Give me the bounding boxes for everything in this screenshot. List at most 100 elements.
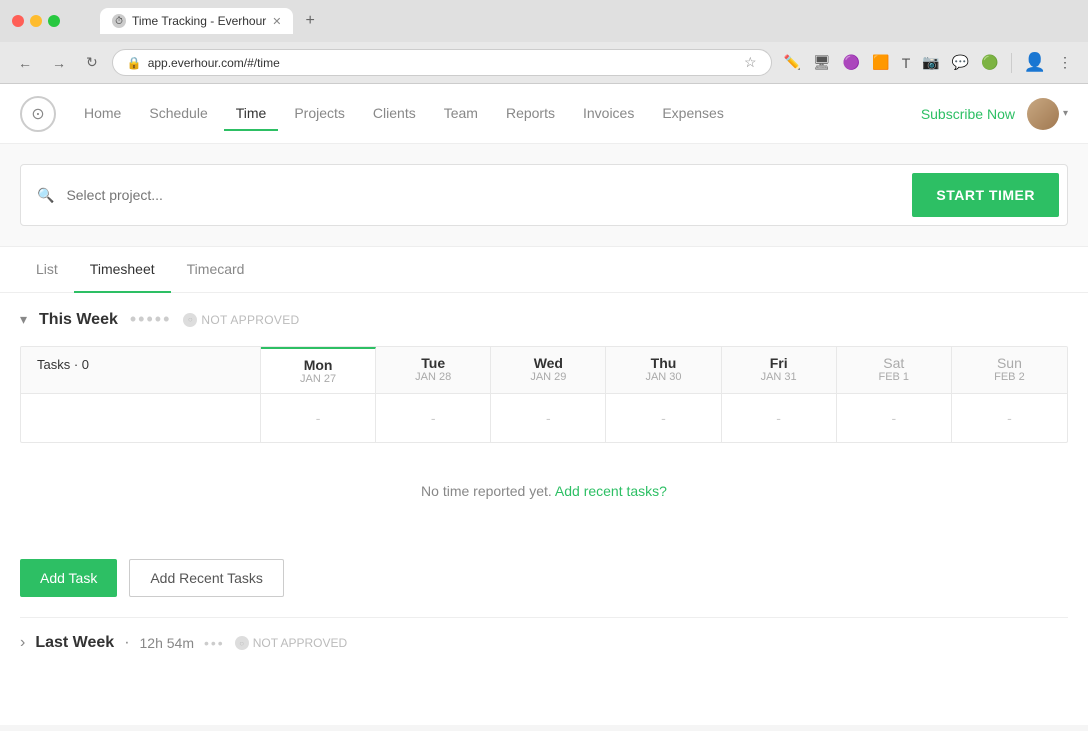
grid-body: - - - - - - - — [21, 393, 1067, 442]
tab-close-button[interactable]: ✕ — [272, 15, 281, 28]
app-logo[interactable]: ⊙ — [20, 96, 56, 132]
back-button[interactable]: ← — [12, 51, 38, 75]
tue-name: Tue — [380, 355, 486, 371]
cast-button[interactable]: 🖥 — [809, 50, 835, 75]
nav-item-reports[interactable]: Reports — [494, 97, 567, 131]
grid-time-tue: - — [376, 394, 491, 442]
nav-item-time[interactable]: Time — [224, 97, 279, 131]
grid-header-tue: Tue JAN 28 — [376, 347, 491, 393]
subscribe-now-link[interactable]: Subscribe Now — [921, 106, 1015, 122]
browser-menu-button[interactable]: ⋮ — [1054, 50, 1076, 75]
address-bar[interactable]: 🔒 app.everhour.com/#/time ☆ — [112, 49, 772, 76]
window-buttons — [12, 15, 60, 27]
logo-icon: ⊙ — [31, 104, 44, 124]
nav-item-home[interactable]: Home — [72, 97, 133, 131]
toolbar-divider — [1011, 53, 1012, 73]
last-week-title: Last Week — [35, 634, 114, 652]
toolbar-ext3[interactable]: T — [898, 51, 915, 75]
add-task-button[interactable]: Add Task — [20, 559, 117, 597]
nav-item-invoices[interactable]: Invoices — [571, 97, 646, 131]
browser-chrome: ⏱ Time Tracking - Everhour ✕ + ← → ↻ 🔒 a… — [0, 0, 1088, 84]
start-timer-button[interactable]: START TIMER — [912, 173, 1059, 217]
empty-state-text: No time reported yet. — [421, 483, 552, 499]
toolbar-ext4[interactable]: 📷 — [918, 50, 943, 75]
nav-item-clients[interactable]: Clients — [361, 97, 428, 131]
user-menu-button[interactable]: 👤 — [1020, 48, 1050, 77]
refresh-button[interactable]: ↻ — [80, 50, 104, 75]
add-recent-tasks-button[interactable]: Add Recent Tasks — [129, 559, 284, 597]
toolbar-ext2[interactable]: 🟧 — [868, 50, 893, 75]
close-window-button[interactable] — [12, 15, 24, 27]
this-week-section: ▾ This Week ••••• ○ NOT APPROVED Tasks ·… — [20, 293, 1068, 617]
last-week-dots[interactable]: ••• — [204, 635, 225, 651]
address-bar-row: ← → ↻ 🔒 app.everhour.com/#/time ☆ ✏️ 🖥 🟣… — [0, 42, 1088, 83]
avatar — [1027, 98, 1059, 130]
thu-name: Thu — [610, 355, 716, 371]
toolbar-ext5[interactable]: 💬 — [948, 50, 973, 75]
extensions-button[interactable]: ✏️ — [780, 50, 805, 75]
toolbar-ext6[interactable]: 🟢 — [977, 50, 1002, 75]
last-week-not-approved-label: NOT APPROVED — [253, 636, 347, 650]
this-week-title: This Week — [39, 311, 118, 329]
nav-item-expenses[interactable]: Expenses — [650, 97, 735, 131]
search-icon: 🔍 — [37, 187, 54, 204]
not-approved-dot-icon: ○ — [183, 313, 197, 327]
grid-header-wed: Wed JAN 29 — [491, 347, 606, 393]
nav-items: Home Schedule Time Projects Clients Team… — [72, 97, 736, 130]
fri-name: Fri — [726, 355, 832, 371]
grid-header-mon: Mon JAN 27 — [261, 347, 376, 393]
forward-button[interactable]: → — [46, 51, 72, 75]
grid-time-sun: - — [952, 394, 1067, 442]
last-week-not-approved-dot-icon: ○ — [235, 636, 249, 650]
mon-name: Mon — [265, 357, 371, 373]
last-week-not-approved-badge: ○ NOT APPROVED — [235, 636, 347, 650]
content-area: ▾ This Week ••••• ○ NOT APPROVED Tasks ·… — [0, 293, 1088, 668]
this-week-header: ▾ This Week ••••• ○ NOT APPROVED — [20, 309, 1068, 330]
nav-item-schedule[interactable]: Schedule — [137, 97, 219, 131]
grid-header: Tasks · 0 Mon JAN 27 Tue JAN 28 Wed JAN … — [21, 347, 1067, 393]
wed-date: JAN 29 — [495, 371, 601, 383]
minimize-window-button[interactable] — [30, 15, 42, 27]
sun-date: FEB 2 — [956, 371, 1063, 383]
lock-icon: 🔒 — [127, 56, 142, 70]
last-week-header: › Last Week · 12h 54m ••• ○ NOT APPROVED — [20, 634, 1068, 652]
last-week-toggle[interactable]: › — [20, 634, 25, 652]
nav-item-projects[interactable]: Projects — [282, 97, 357, 131]
sat-name: Sat — [841, 355, 947, 371]
tab-timecard[interactable]: Timecard — [171, 247, 261, 293]
timer-section: 🔍 START TIMER — [0, 144, 1088, 247]
grid-header-thu: Thu JAN 30 — [606, 347, 721, 393]
project-input[interactable] — [66, 187, 900, 203]
tab-title: Time Tracking - Everhour — [132, 14, 266, 28]
address-text: app.everhour.com/#/time — [148, 56, 280, 70]
grid-time-mon: - — [261, 394, 376, 442]
this-week-dots[interactable]: ••••• — [130, 309, 172, 330]
last-week-section: › Last Week · 12h 54m ••• ○ NOT APPROVED — [20, 617, 1068, 668]
user-avatar-area[interactable]: ▾ — [1027, 98, 1068, 130]
fri-date: JAN 31 — [726, 371, 832, 383]
this-week-toggle[interactable]: ▾ — [20, 311, 27, 328]
toolbar-ext1[interactable]: 🟣 — [839, 50, 864, 75]
add-recent-tasks-link[interactable]: Add recent tasks? — [555, 483, 667, 499]
tab-list[interactable]: List — [20, 247, 74, 293]
timer-row: 🔍 START TIMER — [20, 164, 1068, 226]
action-buttons: Add Task Add Recent Tasks — [20, 539, 1068, 617]
star-icon[interactable]: ☆ — [744, 54, 757, 71]
tab-timesheet[interactable]: Timesheet — [74, 247, 171, 293]
browser-tab[interactable]: ⏱ Time Tracking - Everhour ✕ — [100, 8, 293, 34]
tab-bar: ⏱ Time Tracking - Everhour ✕ + — [88, 8, 335, 34]
new-tab-button[interactable]: + — [297, 8, 322, 34]
grid-header-sat: Sat FEB 1 — [837, 347, 952, 393]
grid-header-sun: Sun FEB 2 — [952, 347, 1067, 393]
thu-date: JAN 30 — [610, 371, 716, 383]
grid-tasks-cell — [21, 394, 261, 442]
grid-time-wed: - — [491, 394, 606, 442]
wed-name: Wed — [495, 355, 601, 371]
titlebar: ⏱ Time Tracking - Everhour ✕ + — [0, 0, 1088, 42]
timesheet-grid: Tasks · 0 Mon JAN 27 Tue JAN 28 Wed JAN … — [20, 346, 1068, 443]
browser-toolbar-icons: ✏️ 🖥 🟣 🟧 T 📷 💬 🟢 👤 ⋮ — [780, 48, 1076, 77]
maximize-window-button[interactable] — [48, 15, 60, 27]
nav-item-team[interactable]: Team — [432, 97, 490, 131]
tab-favicon-icon: ⏱ — [112, 14, 126, 28]
mon-date: JAN 27 — [265, 373, 371, 385]
